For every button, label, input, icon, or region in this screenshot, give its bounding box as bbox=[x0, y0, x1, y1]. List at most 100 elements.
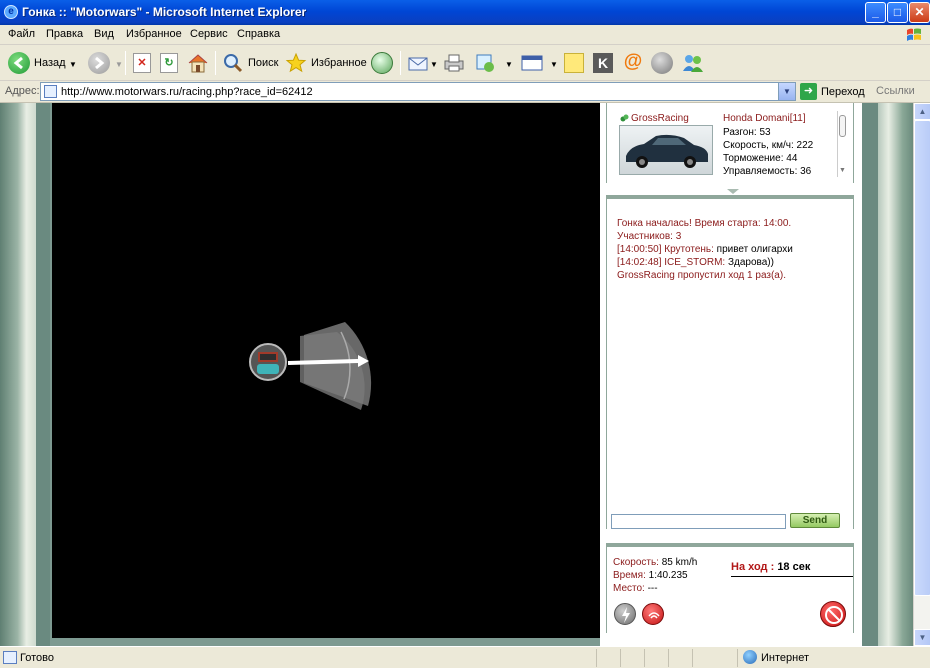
chat-input[interactable] bbox=[611, 514, 786, 529]
buddies-icon bbox=[683, 55, 703, 72]
scroll-thumb[interactable] bbox=[914, 120, 930, 596]
player-car-marker[interactable] bbox=[249, 343, 287, 381]
steering-sector[interactable] bbox=[300, 322, 372, 410]
close-button[interactable]: ✕ bbox=[909, 2, 930, 23]
security-zone-text: Интернет bbox=[761, 652, 809, 664]
maximize-button[interactable]: □ bbox=[887, 2, 908, 23]
right-border-strip bbox=[862, 103, 878, 646]
lightning-icon bbox=[622, 607, 630, 623]
car-list-scrollbar[interactable]: ▼ bbox=[837, 111, 847, 177]
go-label: Переход bbox=[821, 85, 865, 98]
search-button[interactable]: Поиск bbox=[222, 50, 278, 76]
menu-edit[interactable]: Правка bbox=[46, 28, 83, 40]
menu-file[interactable]: Файл bbox=[8, 28, 35, 40]
address-dropdown-icon[interactable]: ▼ bbox=[778, 83, 795, 100]
place-label: Место: bbox=[613, 583, 645, 594]
no-entry-icon bbox=[825, 606, 843, 624]
chat-message-text: привет олигархи bbox=[713, 244, 793, 255]
place-value: --- bbox=[647, 583, 658, 594]
status-divider bbox=[737, 649, 738, 667]
note-button[interactable] bbox=[564, 50, 584, 76]
send-button[interactable]: Send bbox=[790, 513, 840, 528]
menu-help[interactable]: Справка bbox=[237, 28, 280, 40]
page-scrollbar[interactable]: ▲ ▼ bbox=[913, 103, 930, 646]
quit-race-button[interactable] bbox=[820, 601, 846, 627]
minimize-button[interactable]: _ bbox=[865, 2, 886, 23]
menu-view[interactable]: Вид bbox=[94, 28, 114, 40]
menu-tools[interactable]: Сервис bbox=[190, 28, 228, 40]
back-label: Назад bbox=[34, 57, 66, 69]
home-icon bbox=[188, 54, 208, 73]
k-button[interactable]: K bbox=[593, 50, 613, 76]
go-button[interactable]: ➜ Переход bbox=[800, 83, 865, 100]
signal-button[interactable] bbox=[642, 603, 664, 625]
right-background-decoration bbox=[878, 103, 913, 646]
search-icon bbox=[224, 54, 243, 73]
car-list-scroll-down-icon[interactable]: ▼ bbox=[839, 167, 846, 174]
car-info-panel: GrossRacing Honda Domani[11] Разгон: 53 … bbox=[606, 103, 854, 183]
edit-button[interactable] bbox=[520, 50, 544, 76]
time-row: Время: 1:40.235 bbox=[613, 570, 688, 581]
car-stat-braking: Торможение: 44 bbox=[723, 153, 798, 164]
page-status-icon bbox=[3, 651, 17, 664]
page-content: GrossRacing Honda Domani[11] Разгон: 53 … bbox=[0, 103, 913, 646]
print-button[interactable] bbox=[442, 50, 466, 76]
collapse-arrow-icon[interactable] bbox=[727, 189, 739, 194]
car-image bbox=[619, 125, 713, 175]
stop-button[interactable]: ✕ bbox=[133, 50, 151, 76]
edit-dropdown-icon[interactable]: ▼ bbox=[550, 60, 558, 69]
page-icon bbox=[44, 85, 57, 98]
status-bar: Готово Интернет bbox=[0, 646, 930, 668]
favorites-button[interactable]: Избранное bbox=[285, 50, 367, 76]
refresh-button[interactable]: ↻ bbox=[160, 50, 178, 76]
scroll-up-icon[interactable]: ▲ bbox=[914, 103, 930, 120]
toolbar-separator bbox=[125, 51, 126, 75]
chat-log: Гонка началась! Время старта: 14:00. Уча… bbox=[617, 217, 847, 282]
shield-button[interactable] bbox=[651, 50, 673, 76]
chat-message-author[interactable]: [14:00:50] Крутотень: bbox=[617, 244, 714, 255]
stop-icon: ✕ bbox=[133, 53, 151, 73]
mailru-button[interactable]: @ bbox=[622, 50, 644, 76]
chat-message-author[interactable]: [14:02:48] ICE_STORM: bbox=[617, 257, 725, 268]
ie-icon: e bbox=[4, 5, 18, 19]
mail-button[interactable] bbox=[407, 50, 429, 76]
forward-arrow-icon bbox=[88, 52, 110, 74]
messenger-button[interactable] bbox=[474, 50, 498, 76]
back-button[interactable]: Назад bbox=[8, 50, 66, 76]
address-input[interactable]: http://www.motorwars.ru/racing.php?race_… bbox=[40, 82, 796, 101]
turn-timer-value: 18 сек bbox=[777, 561, 811, 573]
history-clock-icon bbox=[371, 52, 393, 74]
car-model-link[interactable]: Honda Domani[11] bbox=[723, 113, 806, 124]
edit-page-icon bbox=[521, 55, 543, 71]
direction-arrow[interactable] bbox=[287, 359, 359, 365]
back-dropdown-icon[interactable]: ▼ bbox=[69, 60, 77, 69]
badge-icon bbox=[651, 52, 673, 74]
refresh-icon: ↻ bbox=[160, 53, 178, 73]
chat-message-text: Здарова)) bbox=[725, 257, 774, 268]
scroll-down-icon[interactable]: ▼ bbox=[914, 629, 930, 646]
speed-row: Скорость: 85 km/h bbox=[613, 557, 697, 568]
nitro-button[interactable] bbox=[614, 603, 636, 625]
menu-favorites[interactable]: Избранное bbox=[126, 28, 182, 40]
race-status-panel: Скорость: 85 km/h Время: 1:40.235 Место:… bbox=[606, 543, 854, 633]
home-button[interactable] bbox=[186, 50, 210, 76]
links-button[interactable]: Ссылки bbox=[876, 85, 915, 97]
favorites-label: Избранное bbox=[311, 57, 367, 69]
car-list-scroll-thumb[interactable] bbox=[839, 115, 846, 137]
toolbar: Назад ▼ ▼ ✕ ↻ Поиск Избранное ▼ ▼ ▼ K @ bbox=[0, 45, 930, 81]
mail-dropdown-icon[interactable]: ▼ bbox=[430, 60, 438, 69]
time-label: Время: bbox=[613, 570, 646, 581]
user-link-icon bbox=[620, 114, 629, 122]
left-border-strip bbox=[36, 103, 50, 646]
favorites-star-icon bbox=[285, 52, 307, 73]
forward-dropdown-icon[interactable]: ▼ bbox=[115, 60, 123, 69]
car-owner-link[interactable]: GrossRacing bbox=[631, 113, 689, 124]
status-divider bbox=[620, 649, 621, 667]
history-button[interactable] bbox=[371, 50, 393, 76]
messenger-dropdown-icon[interactable]: ▼ bbox=[505, 60, 513, 69]
side-panel: GrossRacing Honda Domani[11] Разгон: 53 … bbox=[600, 103, 862, 646]
toolbar-separator bbox=[400, 51, 401, 75]
race-track-canvas[interactable] bbox=[52, 103, 600, 638]
buddies-button[interactable] bbox=[681, 50, 705, 76]
forward-button[interactable] bbox=[88, 50, 110, 76]
